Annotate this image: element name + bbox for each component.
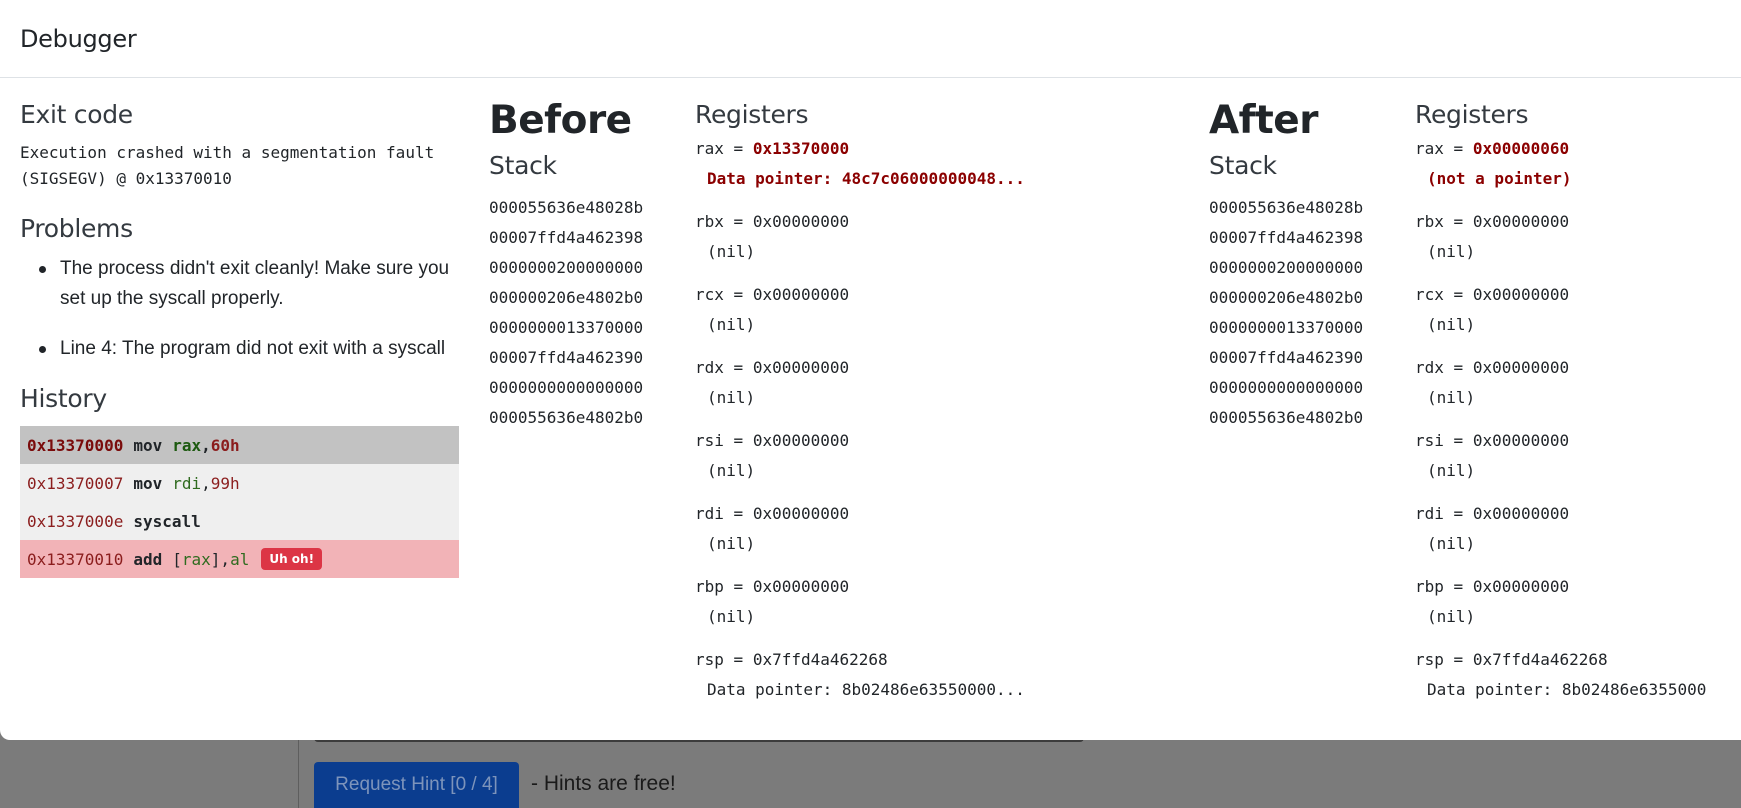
- stack-entry: 0000000200000000: [489, 257, 644, 277]
- history-row[interactable]: 0x13370007 mov rdi, 99h: [20, 464, 459, 502]
- register-rdi: rdi = 0x00000000 (nil): [1415, 504, 1570, 553]
- crash-badge: Uh oh!: [261, 548, 323, 570]
- problem-item: Line 4: The program did not exit with a …: [20, 334, 460, 364]
- stack-entry: 0000000000000000: [489, 377, 644, 397]
- register-rax: rax = 0x00000060 (not a pointer): [1415, 139, 1572, 188]
- stack-entry: 00007ffd4a462390: [1209, 347, 1364, 367]
- stack-entry: 000000206e4802b0: [489, 287, 644, 307]
- stack-entry: 0000000200000000: [1209, 257, 1364, 277]
- stack-entry: 000000206e4802b0: [1209, 287, 1364, 307]
- register-rsi: rsi = 0x00000000 (nil): [695, 431, 850, 480]
- register-rbx: rbx = 0x00000000 (nil): [695, 212, 850, 261]
- history-list: 0x13370000 mov rax, 60h 0x13370007 mov rd…: [20, 426, 459, 578]
- before-stack-list: 000055636e48028b 00007ffd4a462398 000000…: [489, 193, 679, 433]
- debugger-modal: Debugger Exit code Execution crashed wit…: [0, 0, 1741, 740]
- hint-note: - Hints are free!: [531, 772, 676, 795]
- stack-entry: 00007ffd4a462398: [489, 227, 644, 247]
- bullet-icon: [39, 266, 46, 273]
- stack-entry: 000055636e4802b0: [1209, 407, 1364, 427]
- before-heading: Before: [489, 98, 632, 143]
- register-rsp: rsp = 0x7ffd4a462268 Data pointer: 8b024…: [1415, 650, 1707, 699]
- register-rcx: rcx = 0x00000000 (nil): [695, 285, 850, 334]
- register-rsi: rsi = 0x00000000 (nil): [1415, 431, 1570, 480]
- after-stack-column: After Stack 000055636e48028b 00007ffd4a4…: [1209, 98, 1399, 433]
- after-registers-list: rax = 0x00000060 (not a pointer) rbx = 0…: [1415, 134, 1741, 705]
- register-rbp: rbp = 0x00000000 (nil): [1415, 577, 1570, 626]
- register-rax: rax = 0x13370000 Data pointer: 48c7c0600…: [695, 139, 1025, 188]
- stack-entry: 000055636e48028b: [489, 197, 644, 217]
- after-registers-heading: Registers: [1415, 100, 1529, 129]
- stack-entry: 00007ffd4a462390: [489, 347, 644, 367]
- stack-entry: 000055636e48028b: [1209, 197, 1364, 217]
- after-heading: After: [1209, 98, 1318, 143]
- modal-header: Debugger: [0, 0, 1741, 78]
- exit-code-text: Execution crashed with a segmentation fa…: [20, 143, 435, 188]
- register-rsp: rsp = 0x7ffd4a462268 Data pointer: 8b024…: [695, 650, 1025, 699]
- history-row[interactable]: 0x1337000e syscall: [20, 502, 459, 540]
- after-stack-heading: Stack: [1209, 150, 1277, 180]
- before-registers-column: Registers rax = 0x13370000 Data pointer:…: [695, 100, 1075, 718]
- exit-code-heading: Exit code: [20, 100, 133, 129]
- modal-title: Debugger: [20, 24, 137, 53]
- problems-list: The process didn't exit cleanly! Make su…: [20, 254, 460, 364]
- before-stack-column: Before Stack 000055636e48028b 00007ffd4a…: [489, 98, 679, 433]
- history-heading: History: [20, 384, 107, 413]
- history-row[interactable]: 0x13370010 add [rax], al Uh oh!: [20, 540, 459, 578]
- before-registers-list: rax = 0x13370000 Data pointer: 48c7c0600…: [695, 134, 1075, 705]
- bullet-icon: [39, 346, 46, 353]
- stack-entry: 000055636e4802b0: [489, 407, 644, 427]
- after-stack-list: 000055636e48028b 00007ffd4a462398 000000…: [1209, 193, 1399, 433]
- register-rbp: rbp = 0x00000000 (nil): [695, 577, 850, 626]
- history-row[interactable]: 0x13370000 mov rax, 60h: [20, 426, 459, 464]
- request-hint-button: Request Hint [0 / 4]: [314, 762, 519, 808]
- before-stack-heading: Stack: [489, 150, 557, 180]
- stack-entry: 00007ffd4a462398: [1209, 227, 1364, 247]
- problems-heading: Problems: [20, 214, 133, 243]
- problem-item: The process didn't exit cleanly! Make su…: [20, 254, 460, 314]
- stack-entry: 0000000013370000: [1209, 317, 1364, 337]
- register-rbx: rbx = 0x00000000 (nil): [1415, 212, 1570, 261]
- stack-entry: 0000000000000000: [1209, 377, 1364, 397]
- after-registers-column: Registers rax = 0x00000060 (not a pointe…: [1415, 100, 1741, 718]
- stack-entry: 0000000013370000: [489, 317, 644, 337]
- register-rdx: rdx = 0x00000000 (nil): [695, 358, 850, 407]
- register-rdi: rdi = 0x00000000 (nil): [695, 504, 850, 553]
- register-rcx: rcx = 0x00000000 (nil): [1415, 285, 1570, 334]
- summary-column: Exit code Execution crashed with a segme…: [20, 100, 460, 578]
- register-rdx: rdx = 0x00000000 (nil): [1415, 358, 1570, 407]
- before-registers-heading: Registers: [695, 100, 809, 129]
